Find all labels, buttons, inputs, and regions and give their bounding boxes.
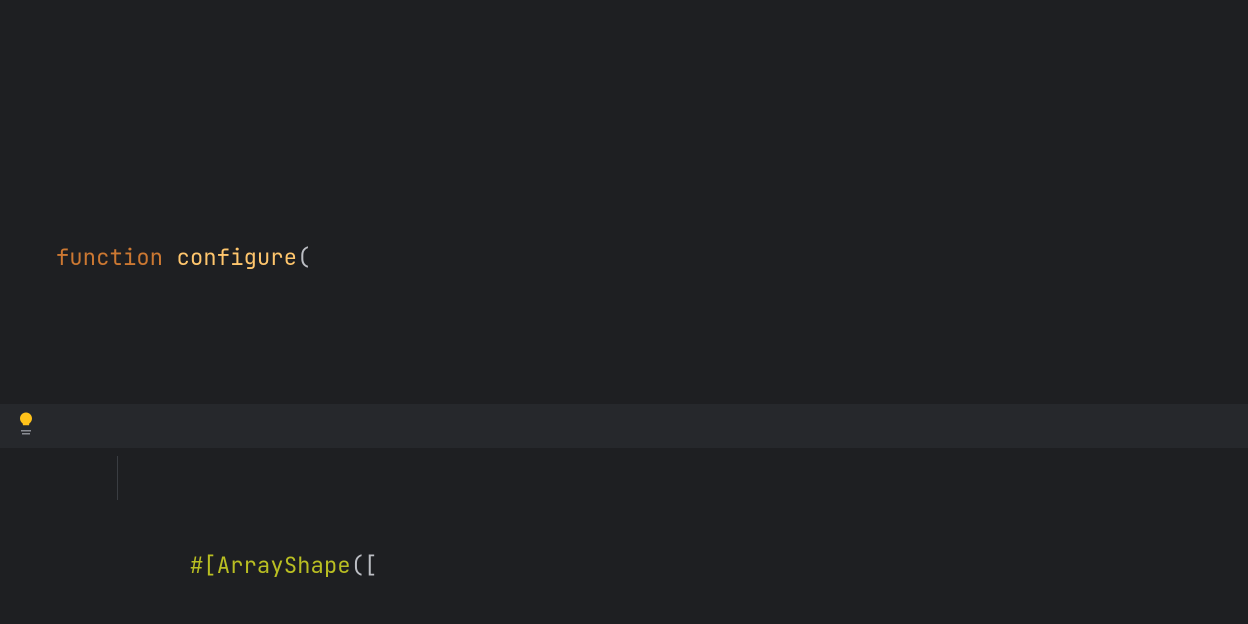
attr-paren-open: ( [351,551,364,580]
code-line[interactable]: #[ArrayShape([ [56,456,766,500]
code-area[interactable]: function configure( #[ArrayShape([ 'toke… [56,60,766,624]
editor-gutter [0,0,48,624]
indent-guide [117,456,118,500]
array-open: [ [364,551,377,580]
attribute-name: ArrayShape [217,551,351,580]
keyword-function: function [56,243,163,272]
function-name: configure [177,243,298,272]
code-line[interactable]: function configure( [56,236,766,280]
lightbulb-icon[interactable] [16,411,36,437]
attribute-hash-open: #[ [190,551,217,580]
code-editor[interactable]: function configure( #[ArrayShape([ 'toke… [0,0,1248,624]
paren-open: ( [297,243,310,272]
